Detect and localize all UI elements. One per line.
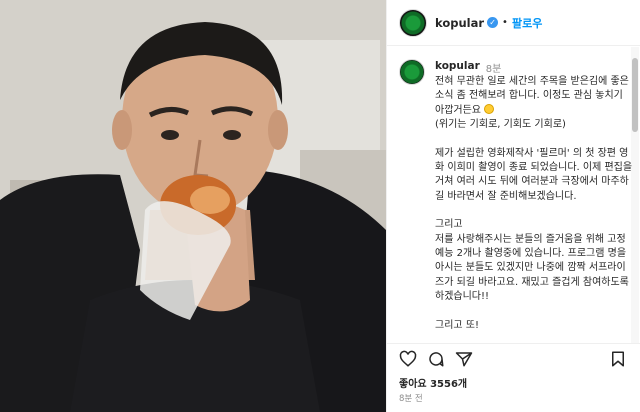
verified-badge-icon: ✓ [487,17,499,28]
caption-avatar[interactable] [399,59,425,85]
caption-username[interactable]: kopular [435,60,480,72]
share-icon[interactable] [455,350,473,368]
post-photo[interactable] [0,0,386,412]
caption-paragraph-1: 전혀 무관한 일로 세간의 주목을 받은김에 좋은 소식 좀 전해보려 합니다.… [435,76,629,116]
follow-button[interactable]: 팔로우 [512,15,542,31]
separator: • [502,17,508,28]
post-image [0,0,386,412]
likes-count[interactable]: 좋아요 3556개 [399,375,467,390]
action-bar [387,343,640,373]
bookmark-icon[interactable] [609,350,627,368]
caption-paragraph-3: 제가 설립한 영화제작사 '필르머' 의 첫 장편 영화 이희미 촬영이 종료 … [435,147,633,202]
caption-time: 8분 [485,64,502,75]
username[interactable]: kopular [435,16,484,30]
caption-paragraph-4: 그리고 저를 사랑해주시는 분들의 즐거움을 위해 고정 예능 2개나 촬영중에… [435,219,629,303]
heart-icon[interactable] [399,350,417,368]
caption-paragraph-5: 그리고 또! [435,319,479,331]
avatar[interactable] [399,8,427,37]
grinning-face-emoji [484,103,495,114]
comment-icon[interactable] [427,350,445,368]
caption-area: kopular 8분 전혀 무관한 일로 세간의 주목을 받은김에 좋은 소식 … [387,47,640,343]
caption-paragraph-2: (위기는 기회로, 기회도 기회로) [435,119,566,131]
caption-text: 전혀 무관한 일로 세간의 주목을 받은김에 좋은 소식 좀 전해보려 합니다.… [435,75,633,343]
post-header: kopular ✓ • 팔로우 [387,0,640,46]
post-detail-panel: kopular ✓ • 팔로우 kopular 8분 전혀 무관한 일로 세간의… [386,0,640,412]
post-timestamp: 8분 전 [399,394,423,404]
